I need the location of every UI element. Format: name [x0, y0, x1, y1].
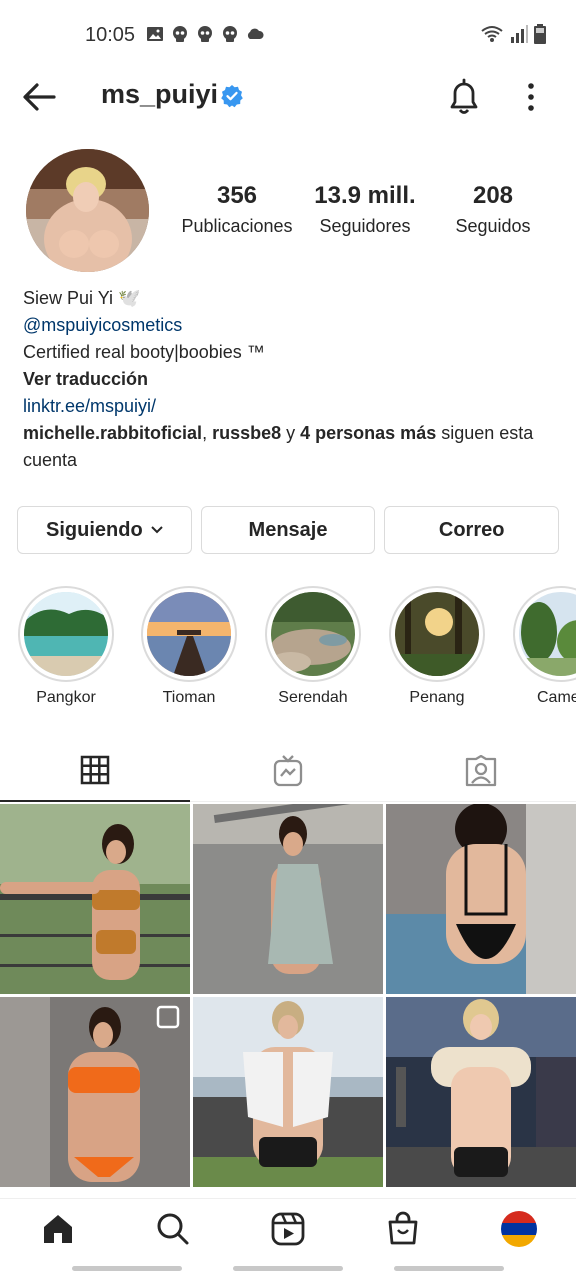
- post-thumbnail[interactable]: [0, 997, 190, 1187]
- story-highlights: Pangkor Tioman Serendah Penang Camer: [0, 586, 576, 716]
- email-button[interactable]: Correo: [384, 506, 560, 554]
- post-thumbnail[interactable]: [193, 804, 383, 994]
- post-thumbnail[interactable]: [386, 804, 576, 994]
- profile-avatar[interactable]: [26, 149, 149, 272]
- profile-bio: Siew Pui Yi 🕊️ @mspuiyicosmetics Certifi…: [23, 285, 553, 474]
- post-thumbnail[interactable]: [193, 997, 383, 1187]
- highlight-thumb: [147, 592, 231, 676]
- highlight-item[interactable]: Serendah: [265, 586, 361, 707]
- translate-link[interactable]: Ver traducción: [23, 366, 553, 393]
- highlight-thumb: [395, 592, 479, 676]
- post-thumbnail[interactable]: [0, 804, 190, 994]
- highlight-thumb: [24, 592, 108, 676]
- highlight-item[interactable]: Tioman: [141, 586, 237, 707]
- follower-more: 4 personas más: [300, 423, 437, 443]
- system-nav-bar-left: [72, 1266, 182, 1271]
- stat-following[interactable]: 208 Seguidos: [440, 182, 546, 237]
- following-label: Seguidos: [455, 216, 531, 236]
- system-icons: [480, 24, 546, 44]
- profile-actions: Siguiendo Mensaje Correo: [17, 506, 560, 554]
- verified-badge-icon: [221, 85, 243, 108]
- highlight-label: Serendah: [278, 689, 348, 706]
- highlight-item[interactable]: Camer: [513, 586, 576, 707]
- shop-icon[interactable]: [385, 1211, 421, 1247]
- system-nav-bar-right: [394, 1266, 504, 1271]
- followers-label: Seguidores: [319, 216, 411, 236]
- post-grid: [0, 804, 576, 1200]
- skull-icon: [198, 26, 212, 42]
- profile-tabs: [0, 740, 576, 802]
- following-count: 208: [472, 182, 514, 209]
- stat-followers[interactable]: 13.9 mill. Seguidores: [305, 182, 425, 237]
- wifi-icon: [481, 26, 503, 42]
- status-time: 10:05: [85, 24, 136, 46]
- following-button[interactable]: Siguiendo: [17, 506, 192, 554]
- notification-icons: [146, 25, 264, 43]
- tab-igtv[interactable]: [193, 740, 383, 802]
- status-bar: 10:05: [0, 0, 576, 70]
- skull-icon: [173, 26, 187, 42]
- following-button-label: Siguiendo: [46, 518, 143, 541]
- gallery-icon: [147, 27, 163, 41]
- website-link[interactable]: linktr.ee/mspuiyi/: [23, 393, 553, 420]
- cloud-icon: [247, 28, 264, 39]
- skull-icon: [223, 26, 237, 42]
- profile-avatar[interactable]: [500, 1210, 538, 1248]
- followed-by-sep-1: ,: [202, 423, 213, 443]
- bottom-navigation: [0, 1198, 576, 1260]
- highlight-label: Penang: [409, 689, 465, 706]
- highlight-thumb: [271, 592, 355, 676]
- bio-text: Certified real booty|boobies ™: [23, 342, 265, 362]
- followed-by-sep-2: y: [281, 423, 301, 443]
- more-options-icon[interactable]: [519, 80, 543, 114]
- search-icon[interactable]: [155, 1211, 191, 1247]
- mention-link[interactable]: @mspuiyicosmetics: [23, 312, 553, 339]
- tab-tagged[interactable]: [386, 740, 576, 802]
- highlight-item[interactable]: Penang: [389, 586, 485, 707]
- message-button[interactable]: Mensaje: [200, 506, 376, 554]
- full-name: Siew Pui Yi 🕊️: [23, 288, 141, 308]
- profile-header-bar: ms_puiyi: [0, 70, 576, 124]
- posts-label: Publicaciones: [181, 216, 293, 236]
- system-nav-bar-center: [233, 1266, 343, 1271]
- message-button-label: Mensaje: [248, 518, 328, 541]
- post-thumbnail[interactable]: [386, 997, 576, 1187]
- back-arrow-icon[interactable]: [20, 80, 58, 114]
- notifications-bell-icon[interactable]: [446, 77, 482, 117]
- email-button-label: Correo: [438, 518, 505, 541]
- highlight-label: Camer: [536, 689, 576, 706]
- tab-grid[interactable]: [0, 740, 190, 802]
- avatar-photo: [26, 149, 149, 272]
- signal-icon: [511, 25, 528, 43]
- battery-icon: [534, 24, 546, 44]
- followers-count: 13.9 mill.: [314, 182, 416, 209]
- highlight-item[interactable]: Pangkor: [18, 586, 114, 707]
- igtv-icon: [273, 755, 303, 787]
- highlight-thumb: [519, 592, 576, 676]
- grid-icon: [80, 755, 110, 785]
- reels-icon[interactable]: [270, 1211, 306, 1247]
- highlight-label: Pangkor: [36, 689, 96, 706]
- follower-user-2: russbe8: [212, 423, 282, 443]
- stat-posts[interactable]: 356 Publicaciones: [176, 182, 298, 237]
- highlight-label: Tioman: [162, 689, 216, 706]
- tagged-icon: [465, 755, 497, 787]
- chevron-down-icon: [150, 526, 163, 534]
- follower-user-1: michelle.rabbitoficial: [23, 423, 203, 443]
- home-icon[interactable]: [40, 1211, 76, 1247]
- followed-by[interactable]: michelle.rabbitoficial, russbe8 y 4 pers…: [23, 423, 533, 470]
- profile-username: ms_puiyi: [101, 79, 219, 109]
- posts-count: 356: [216, 182, 258, 209]
